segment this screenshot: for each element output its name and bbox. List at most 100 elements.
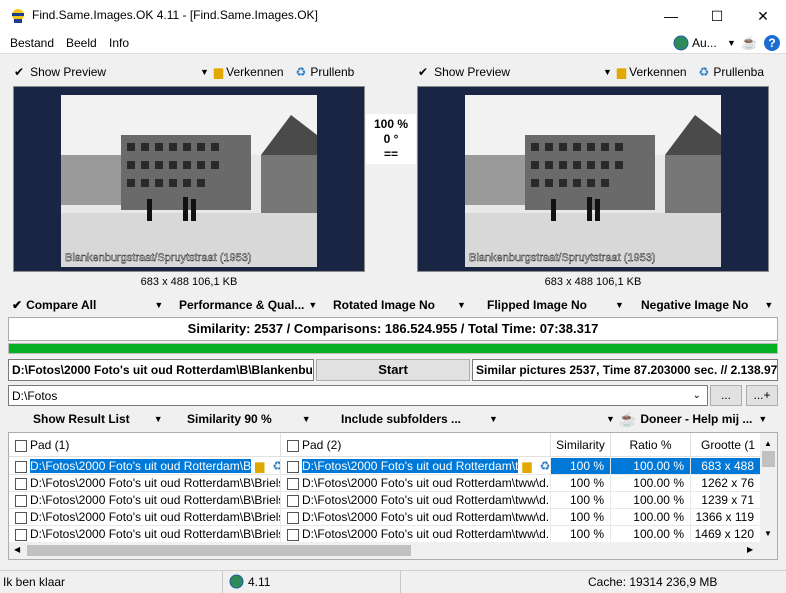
menu-bestand[interactable]: Bestand [10, 36, 54, 50]
menu-bar: Bestand Beeld Info Au... ▼ ☕ ? [0, 32, 786, 54]
compare-all-option[interactable]: ✔ Compare All ▼ [12, 296, 163, 314]
right-preview-pane: Blankenburgstraat/Spruytstraat (1953) [417, 86, 769, 272]
right-preview-tools: ▼ ▆ Verkennen ♻ Prullenba [603, 61, 764, 83]
row-checkbox[interactable] [15, 528, 27, 541]
similarity-option[interactable]: Similarity 90 % ▼ [187, 410, 311, 428]
chevron-down-icon: ▼ [606, 414, 615, 424]
explore-left-button[interactable]: Verkennen [226, 65, 283, 79]
column-header-pad2[interactable]: Pad (2) [281, 433, 551, 457]
chevron-down-icon: ▼ [615, 300, 624, 310]
rotated-option[interactable]: Rotated Image No ▼ [333, 296, 466, 314]
scroll-right-icon[interactable]: ▶ [747, 545, 753, 554]
row-checkbox[interactable] [287, 460, 299, 473]
row-checkbox[interactable] [15, 494, 27, 507]
status-bar: Ik ben klaar 4.11 Cache: 19314 236,9 MB [0, 570, 786, 593]
coffee-icon[interactable]: ☕ [741, 35, 757, 51]
folder-input[interactable]: D:\Fotos ⌄ [8, 385, 708, 406]
recycle-icon[interactable]: ♻ [272, 459, 280, 473]
scroll-thumb[interactable] [762, 451, 775, 467]
scroll-left-icon[interactable]: ◀ [14, 545, 20, 554]
column-header-ratio[interactable]: Ratio % [611, 433, 691, 457]
chevron-down-icon[interactable]: ▼ [200, 67, 209, 77]
chevron-down-icon: ▼ [154, 300, 164, 310]
row-checkbox[interactable] [15, 511, 27, 524]
menu-beeld[interactable]: Beeld [66, 36, 97, 50]
table-row[interactable]: D:\Fotos\2000 Foto's uit oud Rotterdam\B… [9, 475, 761, 492]
negative-option[interactable]: Negative Image No ▼ [641, 296, 773, 314]
menu-info[interactable]: Info [109, 36, 129, 50]
column-header-similarity[interactable]: Similarity [551, 433, 611, 457]
subfolders-option[interactable]: Include subfolders ... ▼ [341, 410, 498, 428]
title-bar: Find.Same.Images.OK 4.11 - [Find.Same.Im… [0, 0, 786, 32]
performance-option[interactable]: Performance & Qual... ▼ [179, 296, 317, 314]
progress-bar [8, 343, 778, 354]
globe-icon [673, 35, 689, 54]
right-preview-image: Blankenburgstraat/Spruytstraat (1953) [465, 95, 721, 267]
comparison-info: 100 % 0 ° == [366, 114, 416, 164]
table-row[interactable]: D:\Fotos\2000 Foto's uit oud Rotterdam\B… [9, 492, 761, 509]
recycle-icon[interactable]: ♻ [540, 459, 550, 473]
folder-icon[interactable]: ▆ [255, 459, 264, 473]
check-icon[interactable]: ✔ [14, 65, 24, 79]
check-icon[interactable]: ✔ [418, 65, 428, 79]
chevron-down-icon: ▼ [301, 414, 311, 424]
chevron-down-icon: ▼ [764, 300, 774, 310]
table-row[interactable]: D:\Fotos\2000 Foto's uit oud Rotterdam\B… [9, 526, 761, 543]
row-checkbox[interactable] [287, 528, 299, 541]
flipped-option[interactable]: Flipped Image No ▼ [487, 296, 624, 314]
table-row[interactable]: D:\Fotos\2000 Foto's uit oud Rotterdam\B… [9, 458, 761, 475]
equal-indicator: == [383, 147, 398, 161]
chevron-down-icon: ▼ [758, 414, 768, 424]
minimize-button[interactable]: — [648, 0, 694, 32]
add-folder-button[interactable]: ...+ [746, 385, 778, 406]
similarity-percent: 100 % [373, 117, 409, 131]
select-all-checkbox[interactable] [15, 439, 27, 452]
column-header-size[interactable]: Grootte (1 [691, 433, 761, 457]
scroll-down-icon[interactable]: ▼ [764, 529, 772, 538]
folder-icon: ▆ [213, 65, 224, 79]
close-button[interactable]: ✕ [740, 0, 786, 32]
row-checkbox[interactable] [287, 511, 299, 524]
rotation-angle: 0 ° [383, 132, 399, 146]
coffee-icon: ☕ [618, 410, 637, 427]
app-icon [10, 8, 26, 24]
left-preview-header: ✔ Show Preview [14, 61, 106, 83]
row-checkbox[interactable] [287, 477, 299, 490]
show-preview-left[interactable]: Show Preview [30, 65, 106, 79]
table-row[interactable]: D:\Fotos\2000 Foto's uit oud Rotterdam\B… [9, 509, 761, 526]
chevron-down-icon[interactable]: ▼ [603, 67, 612, 77]
folder-icon[interactable]: ▆ [522, 459, 531, 473]
result-grid[interactable]: Pad (1) Pad (2) Similarity Ratio % Groot… [8, 432, 778, 560]
photo-caption-left: Blankenburgstraat/Spruytstraat (1953) [65, 252, 252, 264]
trash-right-button[interactable]: Prullenba [713, 65, 764, 79]
scroll-up-icon[interactable]: ▲ [764, 439, 772, 448]
maximize-button[interactable]: ☐ [694, 0, 740, 32]
row-checkbox[interactable] [15, 460, 27, 473]
horizontal-scrollbar[interactable]: ◀ ▶ [9, 542, 777, 559]
status-divider [400, 571, 401, 593]
trash-left-button[interactable]: Prullenb [310, 65, 354, 79]
cache-text: Cache: 19314 236,9 MB [588, 575, 718, 589]
explore-right-button[interactable]: Verkennen [629, 65, 686, 79]
language-select[interactable]: Au... [692, 36, 717, 50]
chevron-down-icon[interactable]: ▼ [727, 38, 736, 48]
start-button[interactable]: Start [316, 359, 470, 381]
recycle-icon: ♻ [698, 65, 710, 79]
chevron-down-icon: ▼ [308, 300, 318, 310]
select-all-checkbox[interactable] [287, 439, 299, 452]
column-header-pad1[interactable]: Pad (1) [9, 433, 281, 457]
row-checkbox[interactable] [287, 494, 299, 507]
help-icon[interactable]: ? [764, 35, 780, 51]
show-result-option[interactable]: Show Result List ▼ [33, 410, 163, 428]
left-preview-tools: ▼ ▆ Verkennen ♻ Prullenb [200, 61, 354, 83]
right-image-info: 683 x 488 106,1 KB [544, 276, 642, 288]
row-checkbox[interactable] [15, 477, 27, 490]
photo-caption-right: Blankenburgstraat/Spruytstraat (1953) [469, 252, 656, 264]
scroll-thumb[interactable] [27, 545, 411, 556]
browse-button[interactable]: ... [710, 385, 742, 406]
status-divider [222, 571, 223, 593]
show-preview-right[interactable]: Show Preview [434, 65, 510, 79]
donate-option[interactable]: ▼ ☕ Doneer - Help mij ... ▼ [606, 410, 767, 428]
vertical-scrollbar[interactable]: ▲ ▼ [760, 433, 777, 543]
chevron-down-icon[interactable]: ⌄ [693, 386, 701, 405]
